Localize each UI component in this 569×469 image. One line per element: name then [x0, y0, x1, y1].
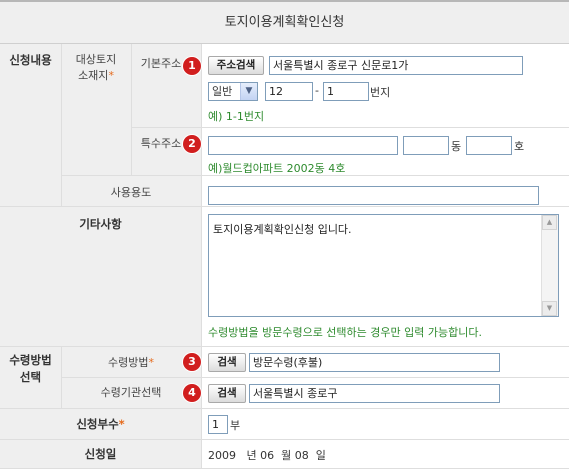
usage-label: 사용용도	[110, 186, 152, 199]
special-address-input[interactable]	[208, 136, 398, 155]
basic-address-input[interactable]: 서울특별시 종로구 신문로1가	[269, 56, 523, 75]
receipt-office-label: 수령기관선택	[100, 386, 162, 399]
dong-input[interactable]	[403, 136, 449, 155]
ho-unit: 호	[514, 140, 525, 153]
copies-unit: 부	[230, 419, 241, 432]
badge-4: 4	[183, 384, 201, 402]
other-textarea[interactable]: 토지이용계획확인신청 입니다. ▲ ▼	[208, 214, 559, 317]
basic-address-example: 예) 1-1번지	[208, 110, 265, 123]
section-application-label: 신청내용	[9, 53, 52, 67]
sub-lot-number-input[interactable]: 1	[323, 82, 369, 101]
copies-input[interactable]: 1	[208, 415, 228, 434]
main-lot-number-input[interactable]: 12	[265, 82, 313, 101]
application-date: 2009 년 06 월 08 일	[208, 449, 326, 462]
address-search-button[interactable]: 주소검색	[208, 56, 264, 75]
lot-unit: 번지	[370, 86, 391, 99]
copies-label: 신청부수*	[76, 417, 125, 431]
section-target-land-label: 대상토지 소재지*	[75, 53, 117, 82]
other-label: 기타사항	[79, 217, 122, 231]
receipt-office-search-button[interactable]: 검색	[208, 384, 246, 403]
receipt-method-search-button[interactable]: 검색	[208, 353, 246, 372]
lot-dash: -	[315, 84, 319, 97]
date-label: 신청일	[84, 447, 117, 461]
receipt-method-label: 수령방법*	[108, 356, 154, 369]
receipt-office-input[interactable]: 서울특별시 종로구	[249, 384, 500, 403]
receipt-method-input[interactable]: 방문수령(후불)	[249, 353, 500, 372]
basic-address-label: 기본주소	[140, 57, 182, 70]
section-receipt-label: 수령방법 선택	[9, 353, 52, 384]
usage-input[interactable]	[208, 186, 539, 205]
textarea-scrollbar[interactable]: ▲ ▼	[541, 215, 558, 316]
special-address-label: 특수주소	[140, 137, 182, 150]
special-address-example: 예)월드컵아파트 2002동 4호	[208, 162, 346, 175]
ho-input[interactable]	[466, 136, 512, 155]
scroll-up-icon[interactable]: ▲	[542, 215, 557, 230]
badge-3: 3	[183, 353, 201, 371]
address-type-select[interactable]: 일반 ▼	[208, 82, 258, 101]
land-use-plan-form: 토지이용계획확인신청 신청내용 대상토지 소재지* 기본주소 특수주소 사용용도…	[0, 0, 569, 469]
badge-2: 2	[183, 135, 201, 153]
form-title: 토지이용계획확인신청	[0, 0, 569, 44]
scroll-down-icon[interactable]: ▼	[542, 301, 557, 316]
other-note: 수령방법을 방문수령으로 선택하는 경우만 입력 가능합니다.	[208, 326, 482, 339]
required-mark: *	[108, 69, 114, 82]
dong-unit: 동	[451, 140, 462, 153]
badge-1: 1	[183, 57, 201, 75]
chevron-down-icon: ▼	[240, 83, 257, 100]
